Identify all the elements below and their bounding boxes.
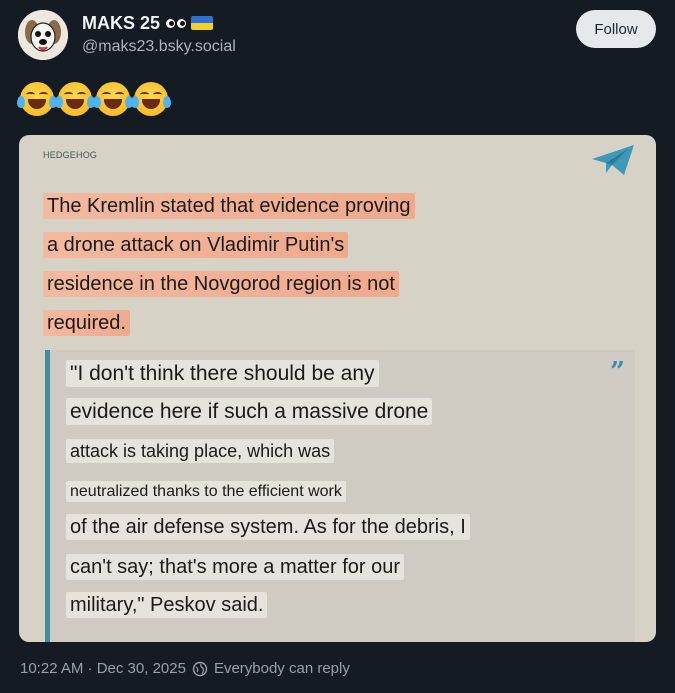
quote-line: evidence here if such a massive drone bbox=[66, 398, 433, 425]
tears-of-joy-icon bbox=[17, 82, 57, 116]
quote-line: military," Peskov said. bbox=[66, 592, 268, 618]
tears-of-joy-icon bbox=[55, 82, 95, 116]
headline-line: residence in the Novgorod region is not bbox=[43, 271, 399, 297]
headline: The Kremlin stated that evidence proving… bbox=[43, 187, 603, 343]
post-text bbox=[17, 82, 171, 116]
headline-line: required. bbox=[43, 310, 130, 336]
eyes-icon bbox=[166, 18, 176, 28]
timestamp[interactable]: 10:22 AM · Dec 30, 2025 bbox=[20, 660, 186, 677]
post-footer: 10:22 AM · Dec 30, 2025 Everybody can re… bbox=[20, 660, 350, 677]
display-name[interactable]: MAKS 25 bbox=[82, 13, 160, 34]
headline-line: a drone attack on Vladimir Putin's bbox=[43, 232, 349, 258]
reply-setting: Everybody can reply bbox=[213, 660, 350, 677]
telegram-icon bbox=[592, 145, 634, 175]
quote-block: ” "I don't think there should be any evi… bbox=[45, 350, 635, 642]
quote-line: attack is taking place, which was bbox=[66, 439, 335, 463]
eyes-icon bbox=[177, 18, 187, 28]
tears-of-joy-icon bbox=[131, 82, 171, 116]
handle[interactable]: @maks23.bsky.social bbox=[82, 38, 236, 56]
dog-avatar-icon bbox=[18, 10, 68, 60]
post-image[interactable]: HEDGEHOG The Kremlin stated that evidenc… bbox=[19, 135, 656, 642]
follow-button[interactable]: Follow bbox=[576, 10, 656, 48]
ukraine-flag-icon bbox=[191, 16, 214, 30]
headline-line: The Kremlin stated that evidence proving bbox=[43, 193, 415, 219]
avatar[interactable] bbox=[18, 10, 68, 60]
globe-reply-icon bbox=[192, 661, 208, 676]
quote-line: "I don't think there should be any bbox=[66, 360, 379, 387]
quote-line: of the air defense system. As for the de… bbox=[66, 514, 470, 540]
quote-line: can't say; that's more a matter for our bbox=[66, 554, 404, 580]
quote-mark-icon: ” bbox=[610, 357, 625, 387]
source-tag: HEDGEHOG bbox=[43, 150, 98, 160]
author-info[interactable]: MAKS 25 @maks23.bsky.social bbox=[82, 12, 236, 56]
tears-of-joy-icon bbox=[93, 82, 133, 116]
quote-line: neutralized thanks to the efficient work bbox=[66, 481, 346, 502]
